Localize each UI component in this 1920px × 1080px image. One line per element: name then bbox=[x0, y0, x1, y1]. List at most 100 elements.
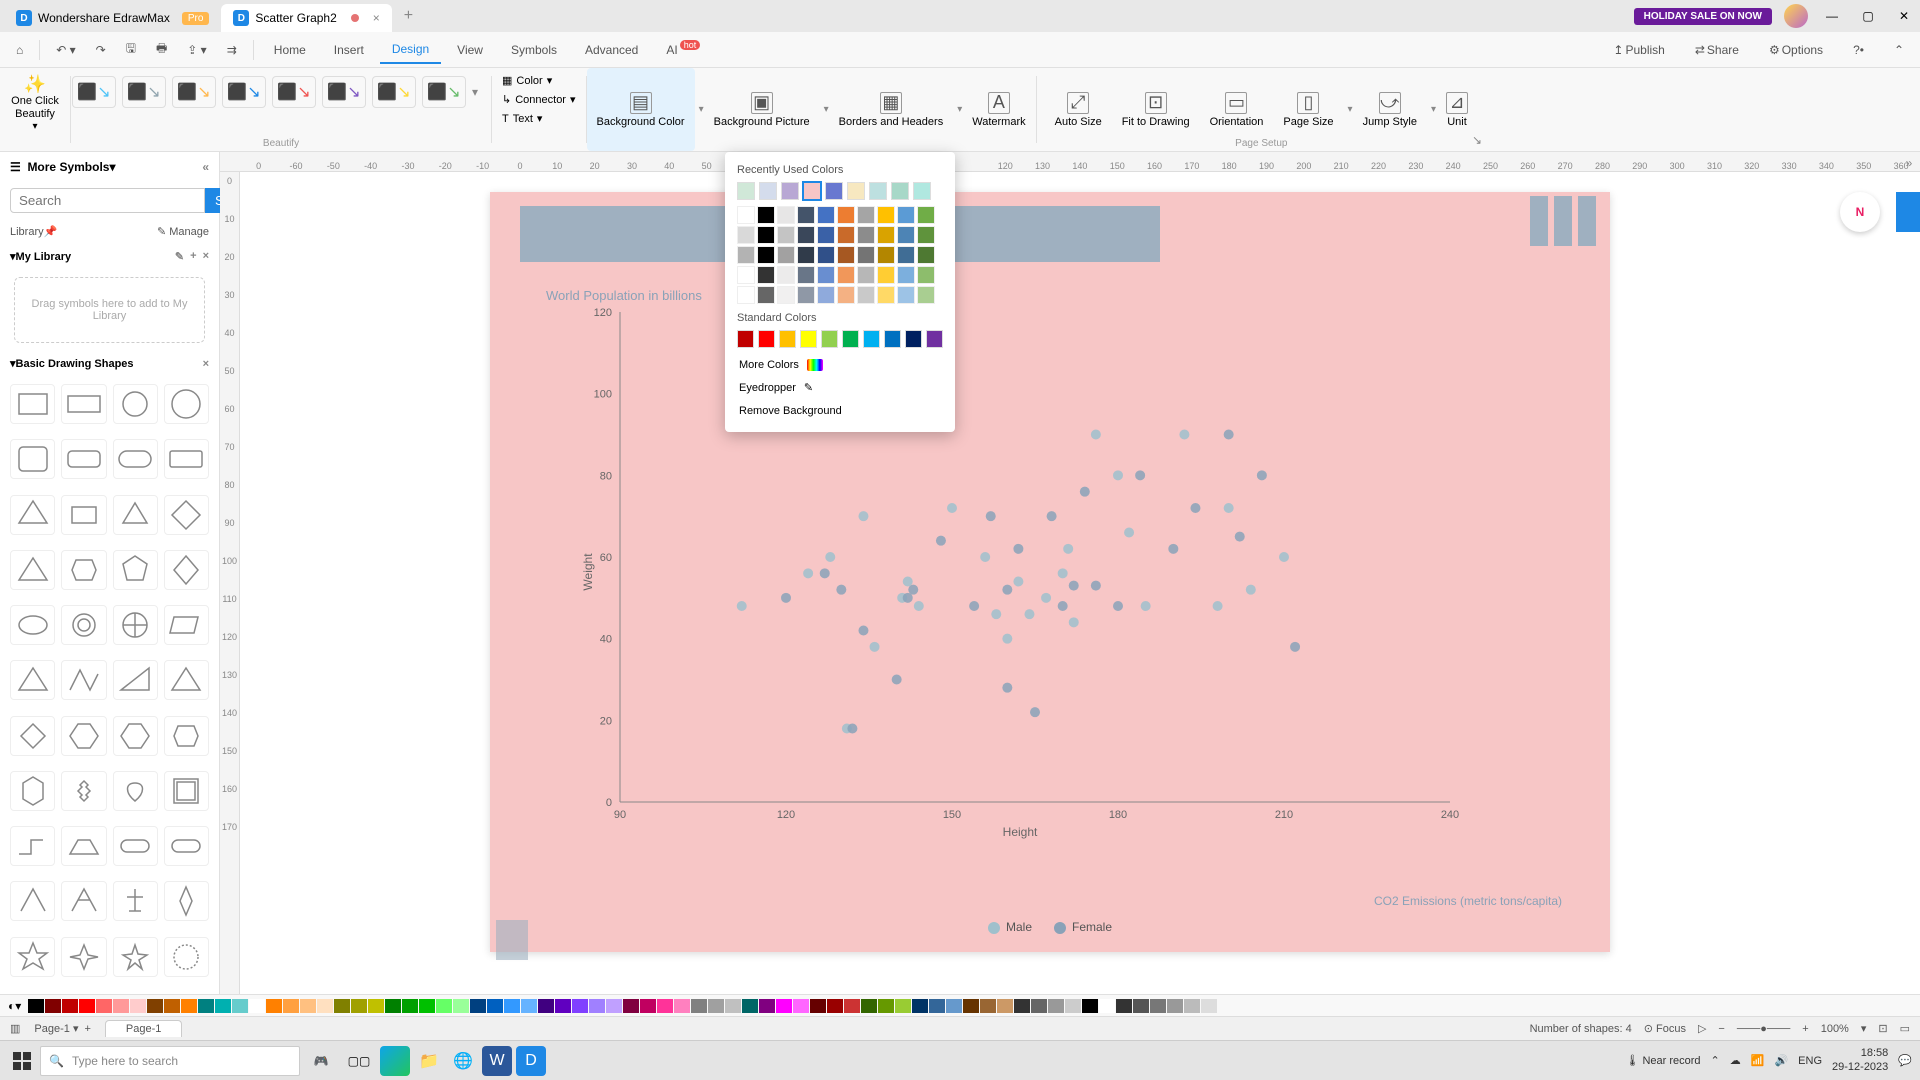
theme-color-swatch[interactable] bbox=[897, 206, 915, 224]
shape-item-10[interactable] bbox=[113, 495, 158, 535]
theme-color-swatch[interactable] bbox=[757, 206, 775, 224]
add-icon[interactable]: + bbox=[190, 250, 196, 263]
more-colors-button[interactable]: More Colors bbox=[737, 354, 943, 376]
theme-color-swatch[interactable] bbox=[817, 226, 835, 244]
shape-item-43[interactable] bbox=[164, 937, 209, 977]
shape-item-37[interactable] bbox=[61, 881, 106, 921]
shape-item-35[interactable] bbox=[164, 826, 209, 866]
more-symbols-header[interactable]: ☰ More Symbols ▾ « bbox=[0, 152, 219, 182]
shape-item-40[interactable] bbox=[10, 937, 55, 977]
shape-item-2[interactable] bbox=[113, 384, 158, 424]
fit-to-drawing-button[interactable]: ⊡Fit to Drawing bbox=[1112, 77, 1200, 143]
shape-item-26[interactable] bbox=[113, 716, 158, 756]
drawing-page[interactable]: World Population in billions 02040608010… bbox=[490, 192, 1610, 952]
shape-item-36[interactable] bbox=[10, 881, 55, 921]
shape-item-25[interactable] bbox=[61, 716, 106, 756]
strip-color-swatch[interactable] bbox=[1048, 999, 1064, 1013]
help-button[interactable]: ?• bbox=[1845, 39, 1872, 61]
theme-swatch-8[interactable]: ⬛↘ bbox=[422, 76, 466, 108]
shape-item-28[interactable] bbox=[10, 771, 55, 811]
theme-color-swatch[interactable] bbox=[857, 226, 875, 244]
shape-item-12[interactable] bbox=[10, 550, 55, 590]
shape-item-42[interactable] bbox=[113, 937, 158, 977]
theme-color-swatch[interactable] bbox=[757, 226, 775, 244]
theme-more-button[interactable]: ▾ bbox=[472, 85, 490, 99]
strip-color-swatch[interactable] bbox=[164, 999, 180, 1013]
document-tab[interactable]: D Scatter Graph2 × bbox=[221, 4, 391, 32]
tab-advanced[interactable]: Advanced bbox=[573, 37, 650, 63]
library-label[interactable]: Library bbox=[10, 226, 44, 238]
theme-swatch-7[interactable]: ⬛↘ bbox=[372, 76, 416, 108]
shape-item-9[interactable] bbox=[61, 495, 106, 535]
right-panel-collapse[interactable]: » bbox=[1898, 156, 1920, 178]
recent-color-swatch[interactable] bbox=[847, 182, 865, 200]
theme-color-swatch[interactable] bbox=[757, 266, 775, 284]
undo-button[interactable]: ↶ ▾ bbox=[48, 39, 83, 61]
my-library-section[interactable]: ▾ My Library ✎+× bbox=[0, 244, 219, 269]
export-button[interactable]: ⇪ ▾ bbox=[179, 39, 214, 61]
manage-link[interactable]: ✎ Manage bbox=[157, 225, 209, 238]
theme-color-swatch[interactable] bbox=[857, 206, 875, 224]
theme-color-swatch[interactable] bbox=[777, 266, 795, 284]
focus-button[interactable]: ⊙ Focus bbox=[1644, 1022, 1686, 1035]
shape-item-14[interactable] bbox=[113, 550, 158, 590]
theme-color-swatch[interactable] bbox=[917, 206, 935, 224]
standard-color-swatch[interactable] bbox=[737, 330, 754, 348]
taskbar-edrawmax[interactable]: D bbox=[516, 1046, 546, 1076]
strip-color-swatch[interactable] bbox=[470, 999, 486, 1013]
taskbar-taskview[interactable]: ▢▢ bbox=[342, 1044, 376, 1078]
strip-color-swatch[interactable] bbox=[453, 999, 469, 1013]
strip-color-swatch[interactable] bbox=[249, 999, 265, 1013]
shape-item-11[interactable] bbox=[164, 495, 209, 535]
standard-color-swatch[interactable] bbox=[800, 330, 817, 348]
strip-color-swatch[interactable] bbox=[385, 999, 401, 1013]
recent-color-swatch[interactable] bbox=[913, 182, 931, 200]
theme-color-swatch[interactable] bbox=[817, 266, 835, 284]
strip-color-swatch[interactable] bbox=[317, 999, 333, 1013]
shape-item-19[interactable] bbox=[164, 605, 209, 645]
strip-color-swatch[interactable] bbox=[402, 999, 418, 1013]
color-tool[interactable]: ▦ Color ▾ bbox=[496, 72, 582, 89]
strip-color-swatch[interactable] bbox=[368, 999, 384, 1013]
recent-color-swatch[interactable] bbox=[891, 182, 909, 200]
app-tab[interactable]: D Wondershare EdrawMax Pro bbox=[4, 4, 221, 32]
fill-indicator-icon[interactable]: ◐▾ bbox=[8, 999, 21, 1013]
standard-color-swatch[interactable] bbox=[863, 330, 880, 348]
strip-color-swatch[interactable] bbox=[181, 999, 197, 1013]
shape-item-15[interactable] bbox=[164, 550, 209, 590]
jump-style-button[interactable]: ⤻Jump Style bbox=[1353, 77, 1427, 143]
theme-color-swatch[interactable] bbox=[757, 286, 775, 304]
shape-item-3[interactable] bbox=[164, 384, 209, 424]
background-color-button[interactable]: ▤ Background Color bbox=[587, 68, 695, 151]
shape-item-7[interactable] bbox=[164, 439, 209, 479]
close-tab-icon[interactable]: × bbox=[373, 11, 380, 25]
right-ai-tab[interactable] bbox=[1896, 192, 1920, 232]
redo-button[interactable]: ↷ bbox=[88, 39, 114, 61]
start-button[interactable] bbox=[8, 1047, 36, 1075]
strip-color-swatch[interactable] bbox=[793, 999, 809, 1013]
strip-color-swatch[interactable] bbox=[62, 999, 78, 1013]
minimize-button[interactable]: — bbox=[1820, 4, 1844, 28]
shape-item-5[interactable] bbox=[61, 439, 106, 479]
theme-color-swatch[interactable] bbox=[797, 246, 815, 264]
options-button[interactable]: ⚙ Options bbox=[1761, 39, 1831, 61]
theme-color-swatch[interactable] bbox=[877, 266, 895, 284]
strip-color-swatch[interactable] bbox=[776, 999, 792, 1013]
theme-color-swatch[interactable] bbox=[777, 286, 795, 304]
shape-item-31[interactable] bbox=[164, 771, 209, 811]
theme-color-swatch[interactable] bbox=[737, 206, 755, 224]
fit-width-button[interactable]: ▭ bbox=[1900, 1022, 1910, 1035]
strip-color-swatch[interactable] bbox=[589, 999, 605, 1013]
shape-item-8[interactable] bbox=[10, 495, 55, 535]
shape-item-38[interactable] bbox=[113, 881, 158, 921]
collapse-panel-icon[interactable]: « bbox=[202, 160, 209, 174]
strip-color-swatch[interactable] bbox=[1099, 999, 1115, 1013]
strip-color-swatch[interactable] bbox=[419, 999, 435, 1013]
strip-color-swatch[interactable] bbox=[759, 999, 775, 1013]
strip-color-swatch[interactable] bbox=[1116, 999, 1132, 1013]
strip-color-swatch[interactable] bbox=[997, 999, 1013, 1013]
recent-color-swatch[interactable] bbox=[759, 182, 777, 200]
strip-color-swatch[interactable] bbox=[912, 999, 928, 1013]
strip-color-swatch[interactable] bbox=[861, 999, 877, 1013]
remove-background-button[interactable]: Remove Background bbox=[737, 400, 943, 422]
